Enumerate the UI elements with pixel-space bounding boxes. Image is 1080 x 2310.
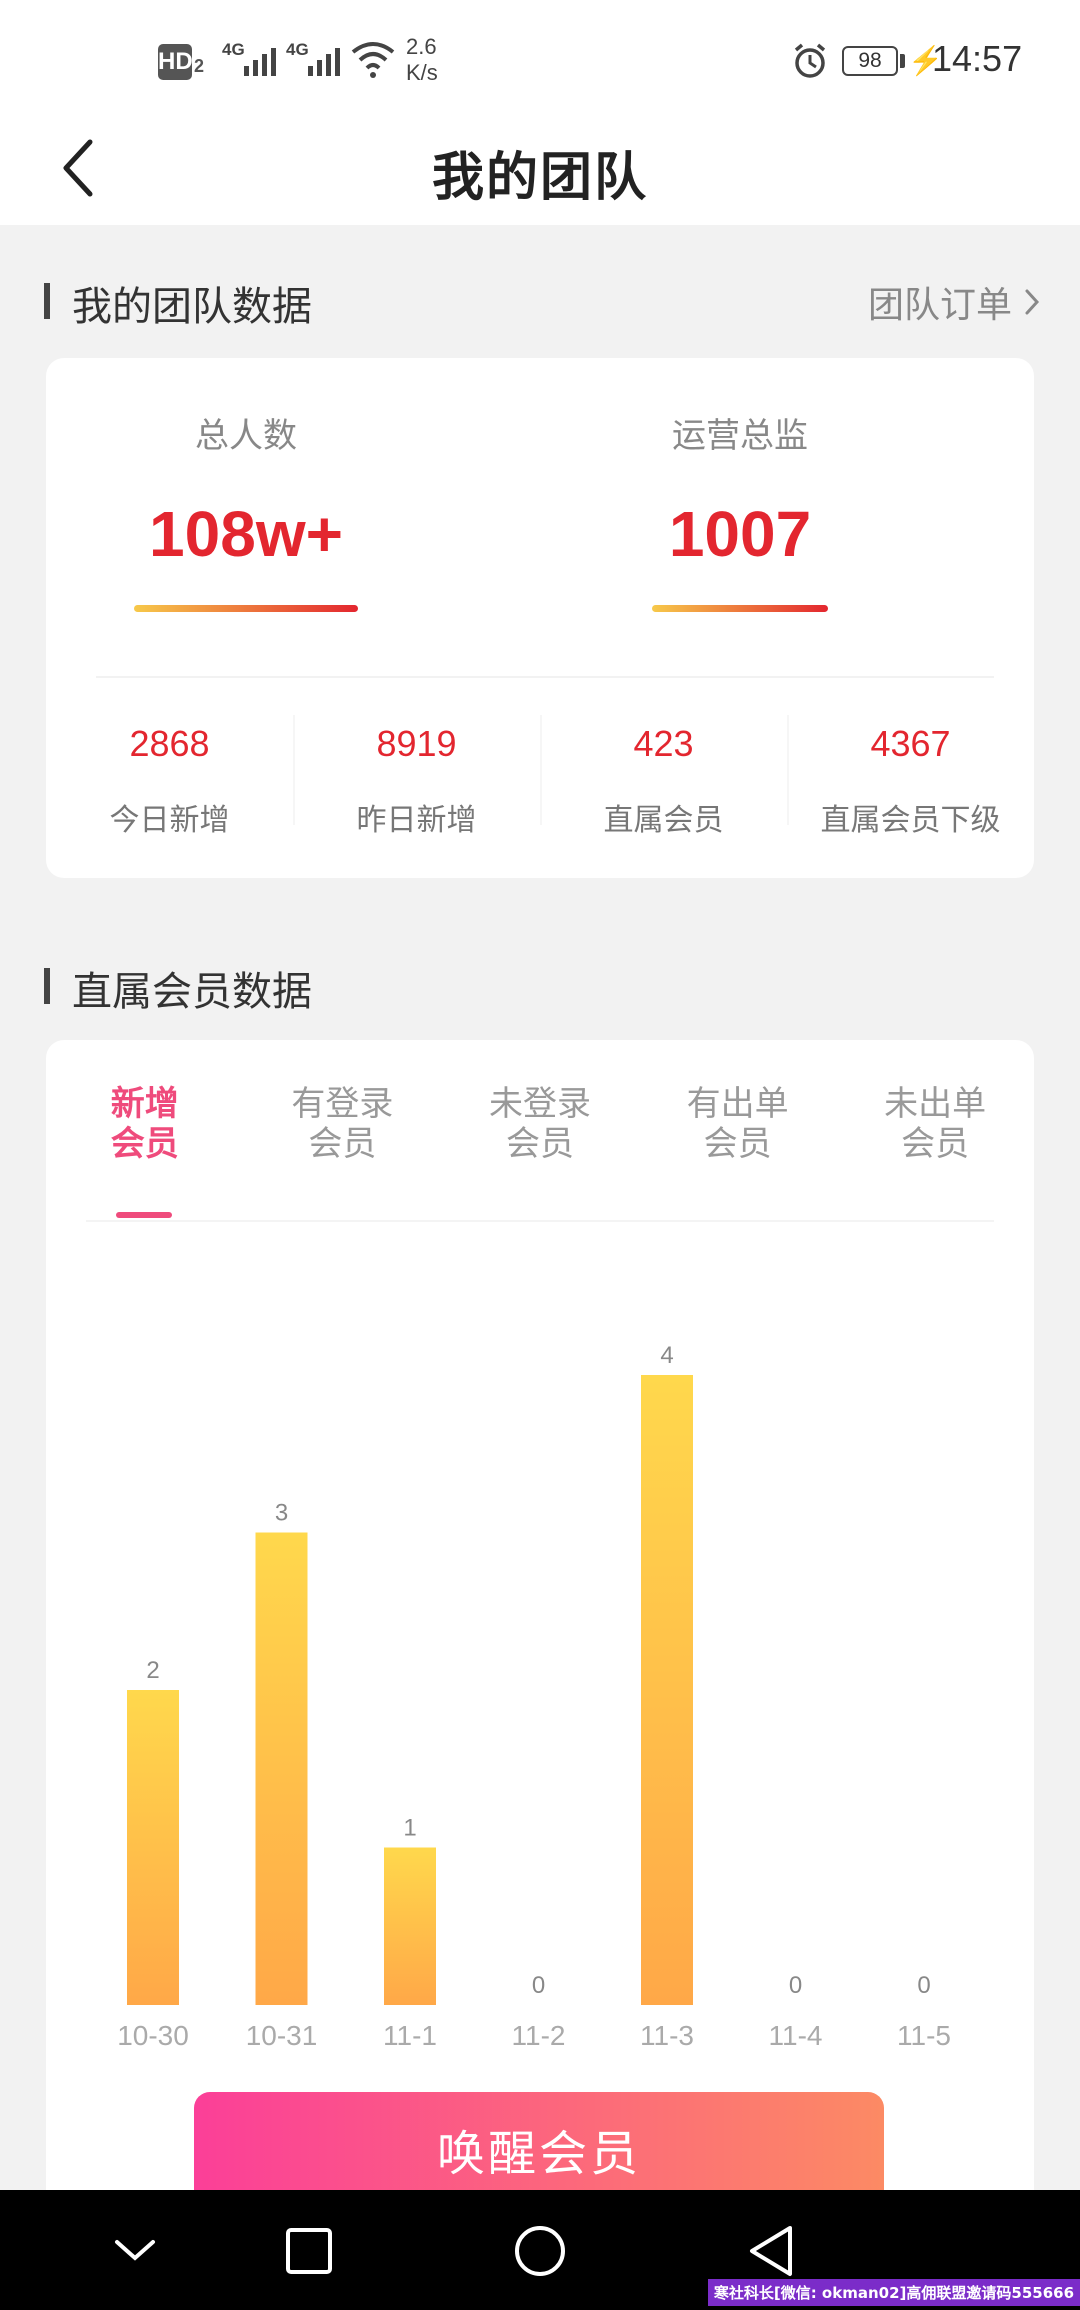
section-title: 我的团队数据	[72, 284, 312, 330]
alarm-icon	[794, 43, 826, 78]
battery-tip	[900, 54, 905, 68]
x-tick-label: 11-1	[383, 2020, 437, 2051]
chevron-down-icon	[115, 2240, 155, 2261]
bar-value-label: 1	[403, 1815, 416, 1842]
member-tabs: 新增 会员 有登录 会员 未登录 会员 有出单 会员 未出单 会员	[46, 1084, 1034, 1164]
stat-value: 423	[633, 723, 694, 764]
stats-row: 2868 今日新增 8919 昨日新增 423 直属会员 4367 直属会员下级	[46, 703, 1034, 853]
tab-logged-in-members[interactable]: 有登录 会员	[244, 1084, 442, 1164]
director-value: 1007	[668, 498, 812, 570]
tab-not-logged-in-members[interactable]: 未登录 会员	[441, 1084, 639, 1164]
total-label: 总人数	[195, 416, 297, 456]
stat-today-new[interactable]: 2868 今日新增	[46, 703, 293, 853]
bar-value-label: 4	[660, 1342, 673, 1369]
tab-ordered-members[interactable]: 有出单 会员	[639, 1084, 837, 1164]
section-title: 直属会员数据	[72, 969, 312, 1015]
triangle-back-icon	[750, 2226, 792, 2276]
tab-new-members[interactable]: 新增 会员	[46, 1084, 244, 1164]
hd-sub-label: 2	[194, 56, 205, 76]
stat-direct-subordinates[interactable]: 4367 直属会员下级	[787, 703, 1034, 853]
divider	[86, 1220, 994, 1222]
page-title: 我的团队	[431, 148, 648, 208]
active-tab-indicator	[116, 1212, 172, 1218]
recents-button[interactable]	[274, 2216, 344, 2286]
stat-label: 直属会员	[603, 803, 724, 838]
stat-value: 2868	[129, 723, 210, 764]
stat-yesterday-new[interactable]: 8919 昨日新增	[293, 703, 540, 853]
stat-direct-members[interactable]: 423 直属会员	[540, 703, 787, 853]
hd-icon: HD	[158, 44, 193, 80]
bar-value-label: 0	[789, 1972, 802, 1999]
watermark: 寒社科长[微信: okman02]高佣联盟邀请码555666	[707, 2279, 1080, 2306]
signal-label: 4G	[222, 40, 245, 59]
x-tick-label: 11-4	[769, 2020, 823, 2051]
tab-not-ordered-members[interactable]: 未出单 会员	[836, 1084, 1034, 1164]
members-data-card: 新增 会员 有登录 会员 未登录 会员 有出单 会员 未出单 会员 2 10-3…	[46, 1040, 1034, 2220]
bar-value-label: 3	[275, 1500, 288, 1527]
bar-value-label: 2	[146, 1657, 159, 1684]
team-orders-link[interactable]: 团队订单	[868, 276, 1040, 328]
bar-11-1	[384, 1847, 436, 2005]
bar-11-3	[641, 1375, 693, 2005]
section-marker	[44, 283, 50, 319]
total-members: 总人数 108w+	[46, 408, 446, 612]
total-value: 108w+	[149, 498, 343, 570]
bar-10-30	[127, 1690, 179, 2005]
new-members-bar-chart: 2 10-30 3 10-31 1 11-1 0 11-2 4 11-3 0 11-4 0 11-5	[117, 1342, 951, 2051]
x-tick-label: 10-31	[246, 2020, 318, 2051]
section-marker	[44, 968, 50, 1004]
stat-value: 8919	[376, 723, 457, 764]
bar-value-label: 0	[917, 1972, 930, 1999]
stat-value: 4367	[870, 723, 951, 764]
network-speed: 2.6 K/s	[406, 34, 438, 85]
collapse-button[interactable]	[100, 2216, 170, 2286]
operations-director: 运营总监 1007	[540, 408, 940, 612]
x-tick-label: 11-2	[512, 2020, 566, 2051]
screen: HD 2 4G 4G 2.6 K/s 98 ⚡ 14:57 我的团队 我的团队数…	[0, 0, 1080, 2310]
bar-value-label: 0	[532, 1972, 545, 1999]
stat-label: 昨日新增	[356, 803, 477, 838]
wifi-icon	[351, 42, 395, 78]
signal-label: 4G	[286, 40, 309, 59]
director-label: 运营总监	[672, 416, 808, 456]
team-data-card: 总人数 108w+ 运营总监 1007 2868 今日新增 8919 昨日新增 …	[46, 358, 1034, 878]
team-orders-label: 团队订单	[867, 285, 1012, 326]
battery-icon: 98	[842, 46, 898, 76]
back-nav-button[interactable]	[736, 2216, 806, 2286]
clock: 14:57	[932, 38, 1023, 79]
director-underline	[652, 605, 828, 612]
status-bar: HD 2 4G 4G 2.6 K/s 98 ⚡ 14:57	[0, 0, 1080, 115]
nav-bar: 我的团队	[0, 115, 1080, 225]
home-button[interactable]	[505, 2216, 575, 2286]
circle-icon	[515, 2226, 565, 2276]
stat-label: 直属会员下级	[820, 803, 1001, 838]
divider	[96, 676, 994, 678]
system-nav-bar: 寒社科长[微信: okman02]高佣联盟邀请码555666	[0, 2190, 1080, 2310]
members-data-header: 直属会员数据	[44, 955, 1040, 1015]
x-tick-label: 10-30	[117, 2020, 189, 2051]
team-data-header: 我的团队数据 团队订单	[44, 270, 1040, 330]
x-tick-label: 11-5	[897, 2020, 951, 2051]
stat-label: 今日新增	[109, 803, 230, 838]
total-underline	[134, 605, 358, 612]
x-tick-label: 11-3	[640, 2020, 694, 2051]
bar-10-31	[255, 1532, 308, 2005]
chevron-right-icon	[1025, 289, 1040, 315]
square-icon	[286, 2228, 332, 2274]
